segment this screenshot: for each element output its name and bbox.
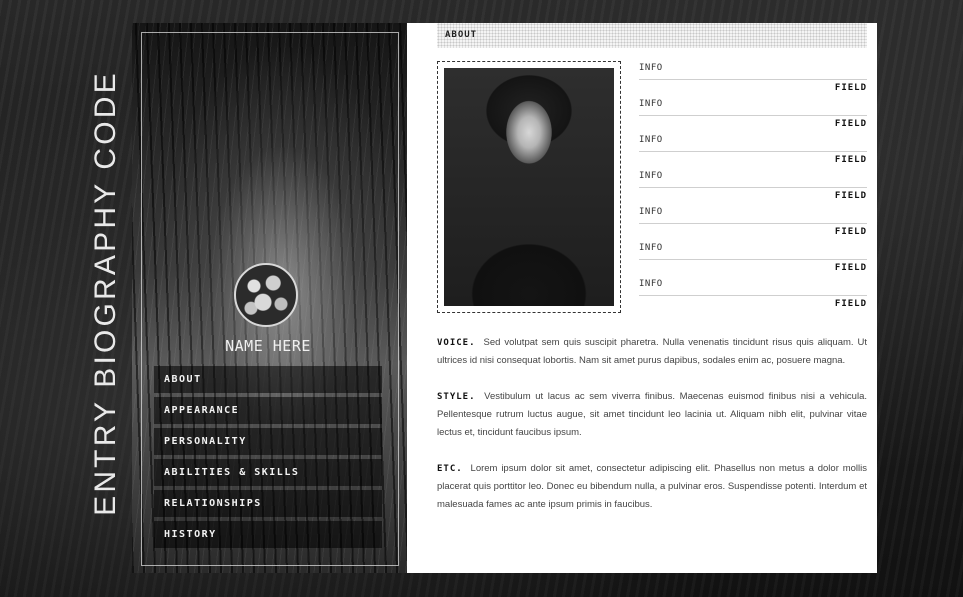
nav-item-abilities-skills[interactable]: ABILITIES & SKILLS — [154, 459, 382, 486]
portrait-frame — [437, 61, 621, 313]
bio-section-voice: VOICE. Sed volutpat sem quis suscipit ph… — [437, 334, 867, 370]
info-field-label: INFO — [639, 99, 867, 116]
bio-section-etc: ETC. Lorem ipsum dolor sit amet, consect… — [437, 460, 867, 514]
info-fields: INFO FIELD INFO FIELD INFO FIELD INFO FI… — [639, 63, 867, 315]
bio-section-style: STYLE. Vestibulum ut lacus ac sem viverr… — [437, 388, 867, 442]
section-tab-bar: ABOUT — [437, 23, 867, 48]
nav-item-relationships[interactable]: RELATIONSHIPS — [154, 490, 382, 517]
nav-item-personality[interactable]: PERSONALITY — [154, 428, 382, 455]
bio-section-heading: VOICE. — [437, 338, 476, 348]
vertical-title-text: ENTRY BIOGRAPHY CODE — [89, 69, 122, 516]
info-field-value: FIELD — [834, 263, 867, 273]
portrait-photo — [444, 68, 614, 306]
info-field-label: INFO — [639, 207, 867, 224]
sidebar-nav: ABOUT APPEARANCE PERSONALITY ABILITIES &… — [154, 366, 382, 552]
bio-section-body: Lorem ipsum dolor sit amet, consectetur … — [437, 463, 867, 510]
info-field: INFO FIELD — [639, 279, 867, 315]
bio-section-body: Sed volutpat sem quis suscipit pharetra.… — [437, 337, 867, 366]
character-name: NAME HERE — [225, 337, 311, 355]
info-field: INFO FIELD — [639, 99, 867, 135]
nav-item-history[interactable]: HISTORY — [154, 521, 382, 548]
bio-section-heading: STYLE. — [437, 392, 476, 402]
info-field-value: FIELD — [834, 83, 867, 93]
info-field-value: FIELD — [834, 299, 867, 309]
bio-text: VOICE. Sed volutpat sem quis suscipit ph… — [437, 334, 867, 532]
bio-section-body: Vestibulum ut lacus ac sem viverra finib… — [437, 391, 867, 438]
section-tab-label: ABOUT — [445, 30, 478, 40]
info-field-value: FIELD — [834, 155, 867, 165]
info-field: INFO FIELD — [639, 243, 867, 279]
info-field-label: INFO — [639, 243, 867, 260]
bio-section-heading: ETC. — [437, 464, 463, 474]
nav-item-about[interactable]: ABOUT — [154, 366, 382, 393]
info-field-label: INFO — [639, 171, 867, 188]
info-field-label: INFO — [639, 135, 867, 152]
info-field: INFO FIELD — [639, 171, 867, 207]
info-field-value: FIELD — [834, 191, 867, 201]
content-panel: ABOUT INFO FIELD INFO FIELD INFO FIELD I… — [407, 23, 877, 573]
info-field: INFO FIELD — [639, 63, 867, 99]
info-field-value: FIELD — [834, 227, 867, 237]
info-field: INFO FIELD — [639, 135, 867, 171]
nav-item-appearance[interactable]: APPEARANCE — [154, 397, 382, 424]
skulls-avatar-icon — [234, 263, 298, 327]
info-field-label: INFO — [639, 279, 867, 296]
sidebar-panel: NAME HERE ABOUT APPEARANCE PERSONALITY A… — [132, 23, 407, 573]
info-field-label: INFO — [639, 63, 867, 80]
info-field-value: FIELD — [834, 119, 867, 129]
info-field: INFO FIELD — [639, 207, 867, 243]
vertical-title: ENTRY BIOGRAPHY CODE — [86, 40, 126, 545]
